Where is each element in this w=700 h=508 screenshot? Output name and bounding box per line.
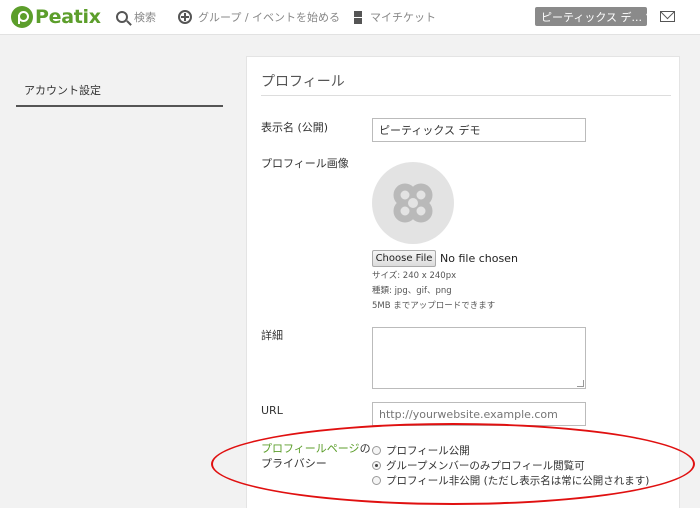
nav-tickets-label: マイチケット xyxy=(370,11,436,24)
privacy-label: プロフィールページの プライバシー xyxy=(261,441,371,471)
hint-upload: 5MB までアップロードできます xyxy=(372,301,496,311)
profile-page-link[interactable]: プロフィールページ xyxy=(261,442,360,455)
caret-down-icon: ▼ xyxy=(646,12,647,21)
top-header: Peatix 検索 グループ / イベントを始める マイチケット ピーティックス… xyxy=(0,0,700,35)
profile-image-label: プロフィール画像 xyxy=(261,157,349,170)
privacy-option-private[interactable]: プロフィール非公開 (ただし表示名は常に公開されます) xyxy=(372,473,649,488)
mail-icon[interactable] xyxy=(660,11,675,22)
choose-file-button[interactable]: Choose File xyxy=(372,250,436,267)
radio-button[interactable] xyxy=(372,446,381,455)
nav-search[interactable]: 検索 xyxy=(116,8,156,26)
privacy-option-public[interactable]: プロフィール公開 xyxy=(372,443,470,458)
peatix-avatar-icon xyxy=(393,183,433,223)
radio-button[interactable] xyxy=(372,476,381,485)
nav-create-label: グループ / イベントを始める xyxy=(198,11,341,24)
hint-types: 種類: jpg、gif、png xyxy=(372,286,452,296)
profile-panel: プロフィール 表示名 (公開) プロフィール画像 Choose File No … xyxy=(246,56,680,508)
nav-tickets[interactable]: マイチケット xyxy=(354,8,436,26)
nav-create[interactable]: グループ / イベントを始める xyxy=(178,8,340,26)
privacy-option-label: グループメンバーのみプロフィール閲覧可 xyxy=(386,460,585,472)
hint-size: サイズ: 240 x 240px xyxy=(372,271,457,281)
privacy-option-label: プロフィール公開 xyxy=(386,445,470,457)
url-label: URL xyxy=(261,404,283,417)
plus-circle-icon xyxy=(178,10,192,24)
user-menu-dropdown[interactable]: ピーティックス デ... ▼ xyxy=(535,7,647,26)
privacy-option-members[interactable]: グループメンバーのみプロフィール閲覧可 xyxy=(372,458,585,473)
privacy-label-suffix: の xyxy=(359,442,371,455)
sidebar-item-label: アカウント設定 xyxy=(24,84,101,97)
sidebar-item-account-settings[interactable]: アカウント設定 xyxy=(16,78,223,107)
radio-button-checked[interactable] xyxy=(372,461,381,470)
display-name-label: 表示名 (公開) xyxy=(261,121,329,134)
page-title: プロフィール xyxy=(261,74,345,90)
title-divider xyxy=(261,95,671,96)
search-icon xyxy=(116,11,128,23)
user-menu-label: ピーティックス デ... xyxy=(541,10,642,24)
logo-text: Peatix xyxy=(35,6,101,28)
nav-search-label: 検索 xyxy=(134,11,156,24)
file-status: No file chosen xyxy=(440,252,518,265)
details-textarea[interactable] xyxy=(372,327,586,389)
avatar xyxy=(372,162,454,244)
peatix-logo[interactable]: Peatix xyxy=(11,5,101,29)
display-name-input[interactable] xyxy=(372,118,586,142)
logo-mark-icon xyxy=(11,6,33,28)
file-upload-row: Choose File No file chosen xyxy=(372,250,518,267)
details-label: 詳細 xyxy=(261,329,283,342)
url-input[interactable] xyxy=(372,402,586,426)
ticket-icon xyxy=(354,10,362,24)
privacy-option-label: プロフィール非公開 (ただし表示名は常に公開されます) xyxy=(386,475,650,487)
privacy-label-line2: プライバシー xyxy=(261,457,327,470)
